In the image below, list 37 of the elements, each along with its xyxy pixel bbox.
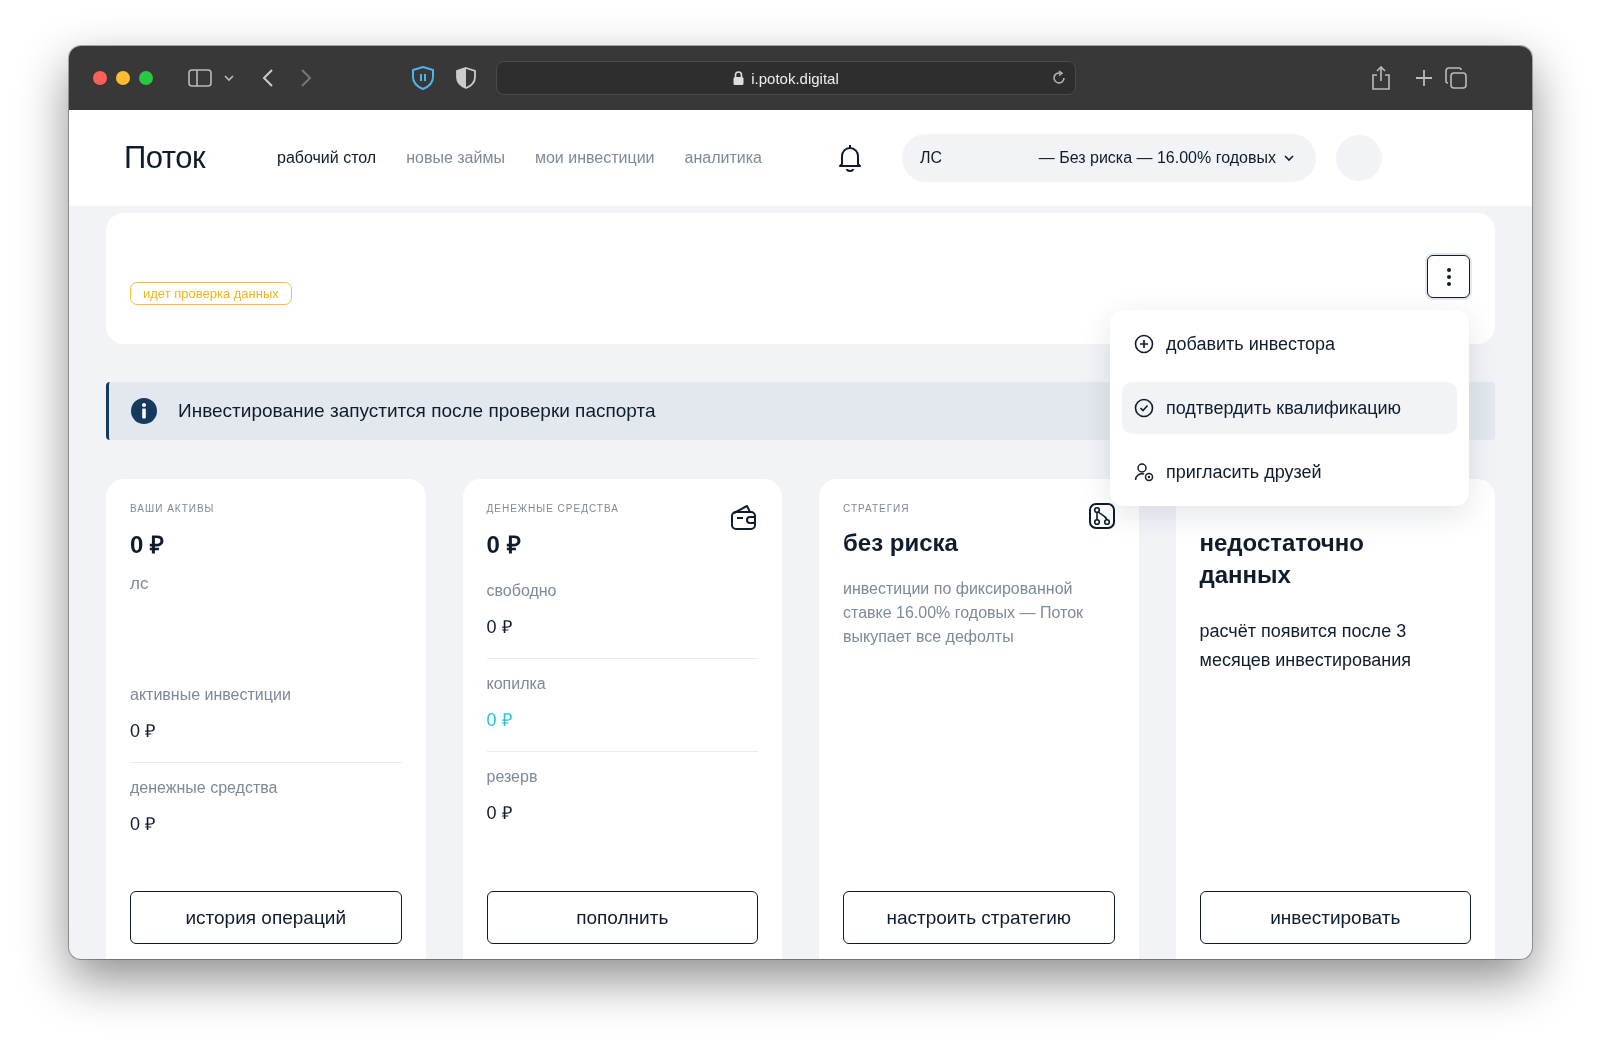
nav-link[interactable]: аналитика bbox=[684, 149, 762, 167]
row-value: 0 ₽ bbox=[486, 709, 513, 731]
logo[interactable]: Поток bbox=[124, 140, 205, 176]
menu-item[interactable]: подтвердить квалификацию bbox=[1122, 382, 1457, 434]
card-title: без риска bbox=[843, 528, 959, 558]
card-description: расчёт появится после 3 месяцев инвестирования bbox=[1199, 620, 1413, 672]
card-label: ВАШИ АКТИВЫ bbox=[130, 503, 215, 514]
row-label: активные инвестиции bbox=[130, 686, 292, 704]
menu-item[interactable]: пригласить друзей bbox=[1122, 446, 1457, 498]
row-label: свободно bbox=[486, 582, 558, 600]
row-label: копилка bbox=[486, 675, 547, 693]
account-label: лс bbox=[130, 574, 150, 594]
url-text: i.potok.digital bbox=[751, 69, 839, 87]
card-button[interactable]: пополнить bbox=[486, 891, 758, 944]
menu-item[interactable]: добавить инвестора bbox=[1122, 318, 1457, 370]
address-bar[interactable]: i.potok.digital bbox=[496, 61, 1076, 95]
amount: 0 ₽ bbox=[486, 530, 522, 560]
amount: 0 ₽ bbox=[130, 530, 165, 560]
row-label: денежные средства bbox=[130, 779, 279, 797]
row-label: резерв bbox=[486, 768, 539, 786]
card-label: СТРАТЕГИЯ bbox=[843, 503, 910, 514]
card-button[interactable]: история операций bbox=[130, 891, 402, 944]
row-value: 0 ₽ bbox=[486, 616, 513, 638]
row-value: 0 ₽ bbox=[130, 720, 156, 742]
card-button[interactable]: настроить стратегию bbox=[843, 891, 1115, 944]
card-title: недостаточно данных bbox=[1199, 528, 1365, 590]
info-text: Инвестирование запустится после проверки паспорта bbox=[178, 400, 656, 422]
nav-link[interactable]: рабочий стол bbox=[277, 149, 377, 167]
account-selector[interactable]: ЛС — Без риска — 16.00% годовых bbox=[901, 134, 1316, 182]
nav-link[interactable]: мои инвестиции bbox=[534, 149, 655, 167]
nav-link[interactable]: новые займы bbox=[406, 149, 505, 167]
row-value: 0 ₽ bbox=[486, 802, 513, 824]
card-description: инвестиции по фиксированной ставке 16.00% годовых — Поток выкупает все дефолты bbox=[843, 579, 1085, 647]
status-badge: идет проверка данных bbox=[130, 282, 292, 305]
row-value: 0 ₽ bbox=[130, 813, 156, 835]
card-button[interactable]: инвестировать bbox=[1199, 891, 1471, 944]
card-label: ДЕНЕЖНЫЕ СРЕДСТВА bbox=[486, 503, 619, 514]
